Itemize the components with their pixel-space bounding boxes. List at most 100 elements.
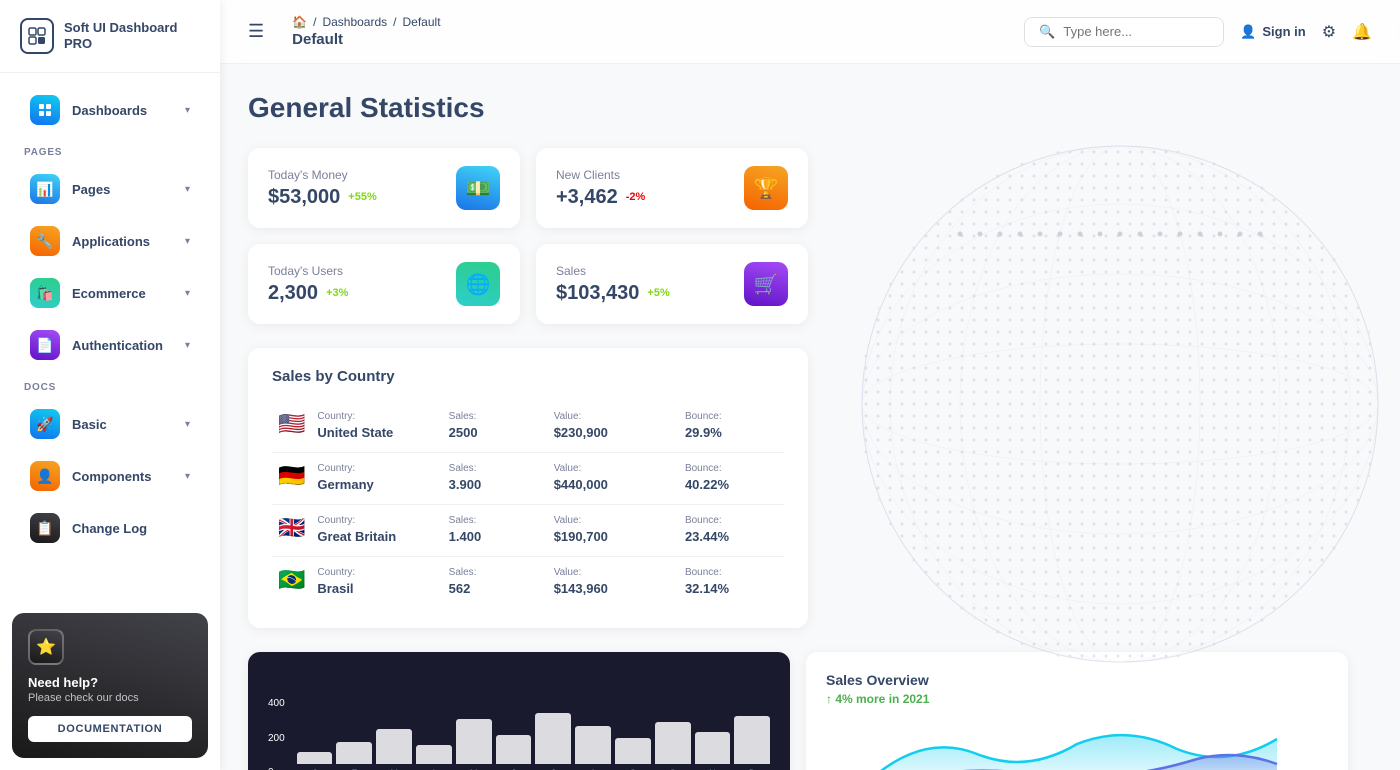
sales-table: 🇺🇸 Country: United State Sales: 2500 Val… <box>272 401 784 608</box>
app-title: Soft UI Dashboard PRO <box>64 20 200 51</box>
help-subtitle: Please check our docs <box>28 692 192 704</box>
breadcrumb-current: Default <box>292 31 440 48</box>
pages-icon: 📊 <box>30 174 60 204</box>
value-cell: Value: $190,700 <box>548 505 679 557</box>
stat-icon-money: 💵 <box>456 166 500 210</box>
content: General Statistics <box>220 64 1400 770</box>
value-cell: Value: $230,900 <box>548 401 679 453</box>
chevron-down-icon-components: ▾ <box>185 471 190 482</box>
sidebar-item-label-authentication: Authentication <box>72 338 173 353</box>
bar-item <box>695 732 731 764</box>
sales-overview-badge: ↑ 4% more in 2021 <box>826 692 1328 706</box>
stat-badge-users: +3% <box>326 287 348 299</box>
chevron-down-icon-ecommerce: ▾ <box>185 288 190 299</box>
applications-icon: 🔧 <box>30 226 60 256</box>
sidebar-item-dashboards[interactable]: Dashboards ▾ <box>10 85 210 135</box>
sales-overview-title: Sales Overview <box>826 672 1328 688</box>
bar-chart-y-labels: 400 200 0 <box>268 698 285 770</box>
notification-icon[interactable]: 🔔 <box>1352 22 1372 42</box>
changelog-icon: 📋 <box>30 513 60 543</box>
sales-cell: Sales: 2500 <box>443 401 548 453</box>
stat-icon-users: 🌐 <box>456 262 500 306</box>
bottom-charts-row: 400 200 0 JFMAMJJASOND Sales Overview ↑ … <box>248 652 1348 770</box>
country-cell: Country: Great Britain <box>311 505 442 557</box>
sales-cell: Sales: 1.400 <box>443 505 548 557</box>
bar-chart-card: 400 200 0 JFMAMJJASOND <box>248 652 790 770</box>
stat-badge-clients: -2% <box>626 191 646 203</box>
stats-grid: Today's Money $53,000 +55% 💵 New Clients… <box>248 148 808 324</box>
sidebar-item-label-basic: Basic <box>72 417 173 432</box>
bounce-cell: Bounce: 23.44% <box>679 505 784 557</box>
basic-icon: 🚀 <box>30 409 60 439</box>
bar-item <box>336 742 372 764</box>
sidebar-item-ecommerce[interactable]: 🛍️ Ecommerce ▾ <box>10 268 210 318</box>
help-card: ⭐ Need help? Please check our docs DOCUM… <box>12 613 208 758</box>
bounce-cell: Bounce: 40.22% <box>679 453 784 505</box>
stat-value-sales: $103,430 +5% <box>556 282 670 305</box>
page-title: General Statistics <box>248 92 1372 124</box>
stat-info-sales: Sales $103,430 +5% <box>556 264 670 305</box>
bar-item <box>615 738 651 764</box>
value-cell: Value: $143,960 <box>548 557 679 609</box>
settings-icon[interactable]: ⚙ <box>1322 22 1336 42</box>
bounce-cell: Bounce: 29.9% <box>679 401 784 453</box>
stat-card-users: Today's Users 2,300 +3% 🌐 <box>248 244 520 324</box>
bounce-cell: Bounce: 32.14% <box>679 557 784 609</box>
menu-icon[interactable]: ☰ <box>248 21 264 42</box>
bar-item <box>496 735 532 764</box>
stat-card-sales: Sales $103,430 +5% 🛒 <box>536 244 808 324</box>
help-star-icon: ⭐ <box>28 629 64 665</box>
sidebar-logo: Soft UI Dashboard PRO <box>0 0 220 73</box>
bar-item <box>297 752 333 764</box>
stat-label-sales: Sales <box>556 264 670 278</box>
chevron-down-icon-pages: ▾ <box>185 184 190 195</box>
documentation-button[interactable]: DOCUMENTATION <box>28 716 192 742</box>
bar-item <box>416 745 452 764</box>
logo-icon <box>20 18 54 54</box>
stat-card-clients: New Clients +3,462 -2% 🏆 <box>536 148 808 228</box>
sidebar: Soft UI Dashboard PRO Dashboards ▾ PAGES… <box>0 0 220 770</box>
signin-button[interactable]: 👤 Sign in <box>1240 24 1306 40</box>
breadcrumb-dashboards: Dashboards <box>322 15 387 29</box>
dashboards-icon <box>30 95 60 125</box>
chevron-down-icon-applications: ▾ <box>185 236 190 247</box>
country-cell: Country: United State <box>311 401 442 453</box>
ecommerce-icon: 🛍️ <box>30 278 60 308</box>
sidebar-item-pages[interactable]: 📊 Pages ▾ <box>10 164 210 214</box>
search-input[interactable] <box>1063 24 1209 39</box>
sidebar-item-label-components: Components <box>72 469 173 484</box>
stat-badge-sales: +5% <box>647 287 669 299</box>
bar-item <box>456 719 492 764</box>
chevron-down-icon: ▾ <box>185 105 190 116</box>
sidebar-item-authentication[interactable]: 📄 Authentication ▾ <box>10 320 210 370</box>
stat-badge-money: +55% <box>348 191 376 203</box>
stat-card-money: Today's Money $53,000 +55% 💵 <box>248 148 520 228</box>
components-icon: 👤 <box>30 461 60 491</box>
stat-value-users: 2,300 +3% <box>268 282 348 305</box>
stat-info-clients: New Clients +3,462 -2% <box>556 168 645 209</box>
country-cell: Country: Brasil <box>311 557 442 609</box>
stat-label-money: Today's Money <box>268 168 377 182</box>
sales-by-country-card: Sales by Country 🇺🇸 Country: United Stat… <box>248 348 808 628</box>
flag-cell: 🇧🇷 <box>272 557 311 609</box>
breadcrumb: 🏠 / Dashboards / Default Default <box>292 15 440 48</box>
help-title: Need help? <box>28 675 192 690</box>
authentication-icon: 📄 <box>30 330 60 360</box>
topbar: ☰ 🏠 / Dashboards / Default Default 🔍 👤 S… <box>220 0 1400 64</box>
country-cell: Country: Germany <box>311 453 442 505</box>
breadcrumb-path: 🏠 / Dashboards / Default <box>292 15 440 29</box>
sales-cell: Sales: 562 <box>443 557 548 609</box>
flag-cell: 🇺🇸 <box>272 401 311 453</box>
search-box[interactable]: 🔍 <box>1024 17 1224 47</box>
bar-item <box>535 713 571 764</box>
sidebar-item-label-applications: Applications <box>72 234 173 249</box>
sales-overview-card: Sales Overview ↑ 4% more in 2021 <box>806 652 1348 770</box>
sidebar-item-applications[interactable]: 🔧 Applications ▾ <box>10 216 210 266</box>
stat-info-money: Today's Money $53,000 +55% <box>268 168 377 209</box>
stat-label-clients: New Clients <box>556 168 645 182</box>
value-cell: Value: $440,000 <box>548 453 679 505</box>
sidebar-item-components[interactable]: 👤 Components ▾ <box>10 451 210 501</box>
sidebar-item-changelog[interactable]: 📋 Change Log <box>10 503 210 553</box>
sidebar-item-basic[interactable]: 🚀 Basic ▾ <box>10 399 210 449</box>
table-row: 🇺🇸 Country: United State Sales: 2500 Val… <box>272 401 784 453</box>
